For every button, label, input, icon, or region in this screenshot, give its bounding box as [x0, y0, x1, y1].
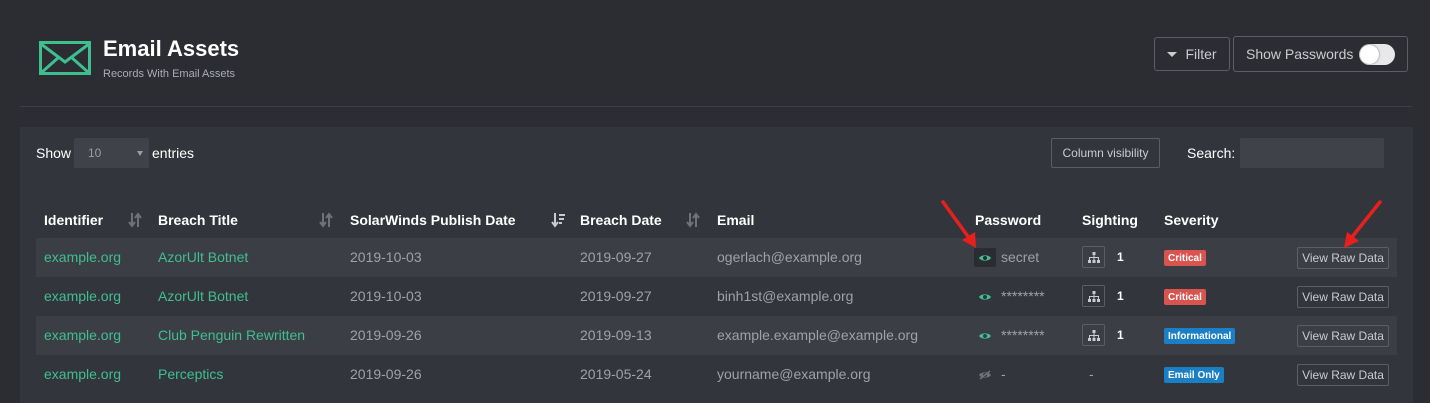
email: binh1st@example.org: [717, 288, 854, 304]
email: example.example@example.org: [717, 327, 918, 343]
show-passwords-control[interactable]: Show Passwords: [1233, 36, 1408, 72]
password-value: ********: [1001, 288, 1045, 304]
table-row: example.org AzorUlt Botnet 2019-10-03 20…: [36, 277, 1397, 316]
search-input[interactable]: [1240, 138, 1384, 168]
publish-date: 2019-10-03: [350, 249, 422, 265]
identifier-link[interactable]: example.org: [44, 249, 121, 265]
eye-icon[interactable]: [974, 287, 996, 306]
identifier-link[interactable]: example.org: [44, 288, 121, 304]
show-passwords-label: Show Passwords: [1246, 46, 1354, 62]
page-length-value: 10: [88, 146, 102, 160]
table-row: example.org Perceptics 2019-09-26 2019-0…: [36, 355, 1397, 394]
filter-button[interactable]: Filter: [1154, 37, 1230, 71]
view-raw-data-button[interactable]: View Raw Data: [1297, 364, 1389, 386]
breach-title-link[interactable]: Perceptics: [158, 366, 223, 382]
password-value: ********: [1001, 327, 1045, 343]
page-subtitle: Records With Email Assets: [103, 68, 236, 80]
sitemap-icon[interactable]: [1082, 246, 1105, 268]
show-label: Show: [36, 145, 72, 161]
sitemap-icon[interactable]: [1082, 324, 1105, 346]
breach-date: 2019-05-24: [580, 366, 652, 382]
column-header-severity[interactable]: Severity: [1164, 212, 1218, 228]
entries-label: entries: [152, 145, 195, 161]
sort-desc-icon[interactable]: [551, 212, 565, 228]
view-raw-data-button[interactable]: View Raw Data: [1297, 325, 1389, 347]
email: ogerlach@example.org: [717, 249, 862, 265]
breach-date: 2019-09-13: [580, 327, 652, 343]
column-header-breach-date[interactable]: Breach Date: [580, 212, 662, 228]
publish-date: 2019-10-03: [350, 288, 422, 304]
page-title: Email Assets: [103, 36, 240, 61]
envelope-icon: [39, 41, 91, 75]
toggle-knob: [1360, 45, 1379, 64]
column-header-email[interactable]: Email: [717, 212, 754, 228]
sighting-count: 1: [1117, 250, 1124, 264]
severity-badge: Email Only: [1164, 367, 1224, 383]
breach-title-link[interactable]: AzorUlt Botnet: [158, 249, 248, 265]
view-raw-data-button[interactable]: View Raw Data: [1297, 247, 1389, 269]
sighting-count: 1: [1117, 289, 1124, 303]
publish-date: 2019-09-26: [350, 366, 422, 382]
show-passwords-toggle[interactable]: [1359, 44, 1395, 65]
publish-date: 2019-09-26: [350, 327, 422, 343]
column-header-publish-date[interactable]: SolarWinds Publish Date: [350, 212, 516, 228]
caret-down-icon: [1167, 51, 1178, 57]
sort-icon[interactable]: [319, 212, 333, 228]
header-divider: [20, 106, 1412, 107]
identifier-link[interactable]: example.org: [44, 366, 121, 382]
sighting-count: 1: [1117, 328, 1124, 342]
column-header-breach-title[interactable]: Breach Title: [158, 212, 238, 228]
column-visibility-button[interactable]: Column visibility: [1051, 138, 1160, 168]
identifier-link[interactable]: example.org: [44, 327, 121, 343]
table-panel: Show 10 entries Column visibility Search…: [20, 127, 1413, 403]
select-arrow-icon: [137, 151, 143, 156]
column-header-password[interactable]: Password: [975, 212, 1041, 228]
view-raw-data-button[interactable]: View Raw Data: [1297, 286, 1389, 308]
search-label: Search:: [1187, 145, 1236, 161]
breach-date: 2019-09-27: [580, 288, 652, 304]
severity-badge: Informational: [1164, 328, 1236, 344]
eye-icon[interactable]: [974, 248, 996, 267]
password-value: secret: [1001, 249, 1040, 265]
sort-icon[interactable]: [128, 212, 142, 228]
eye-slash-icon: [974, 365, 996, 384]
breach-title-link[interactable]: AzorUlt Botnet: [158, 288, 248, 304]
filter-button-label: Filter: [1185, 46, 1217, 62]
sort-icon[interactable]: [686, 212, 700, 228]
password-value: -: [1001, 366, 1006, 382]
table-row: example.org Club Penguin Rewritten 2019-…: [36, 316, 1397, 355]
eye-icon[interactable]: [974, 326, 996, 345]
breach-date: 2019-09-27: [580, 249, 652, 265]
email: yourname@example.org: [717, 366, 871, 382]
severity-badge: Critical: [1164, 250, 1206, 266]
severity-badge: Critical: [1164, 289, 1206, 305]
table-row: example.org AzorUlt Botnet 2019-10-03 20…: [36, 238, 1397, 277]
page-length-select[interactable]: 10: [74, 138, 149, 168]
sitemap-icon[interactable]: [1082, 285, 1105, 307]
breach-title-link[interactable]: Club Penguin Rewritten: [158, 327, 305, 343]
sighting-count: -: [1089, 366, 1094, 382]
column-header-sighting[interactable]: Sighting: [1082, 212, 1138, 228]
column-header-identifier[interactable]: Identifier: [44, 212, 103, 228]
page-header: Email Assets Records With Email Assets F…: [0, 0, 1430, 107]
